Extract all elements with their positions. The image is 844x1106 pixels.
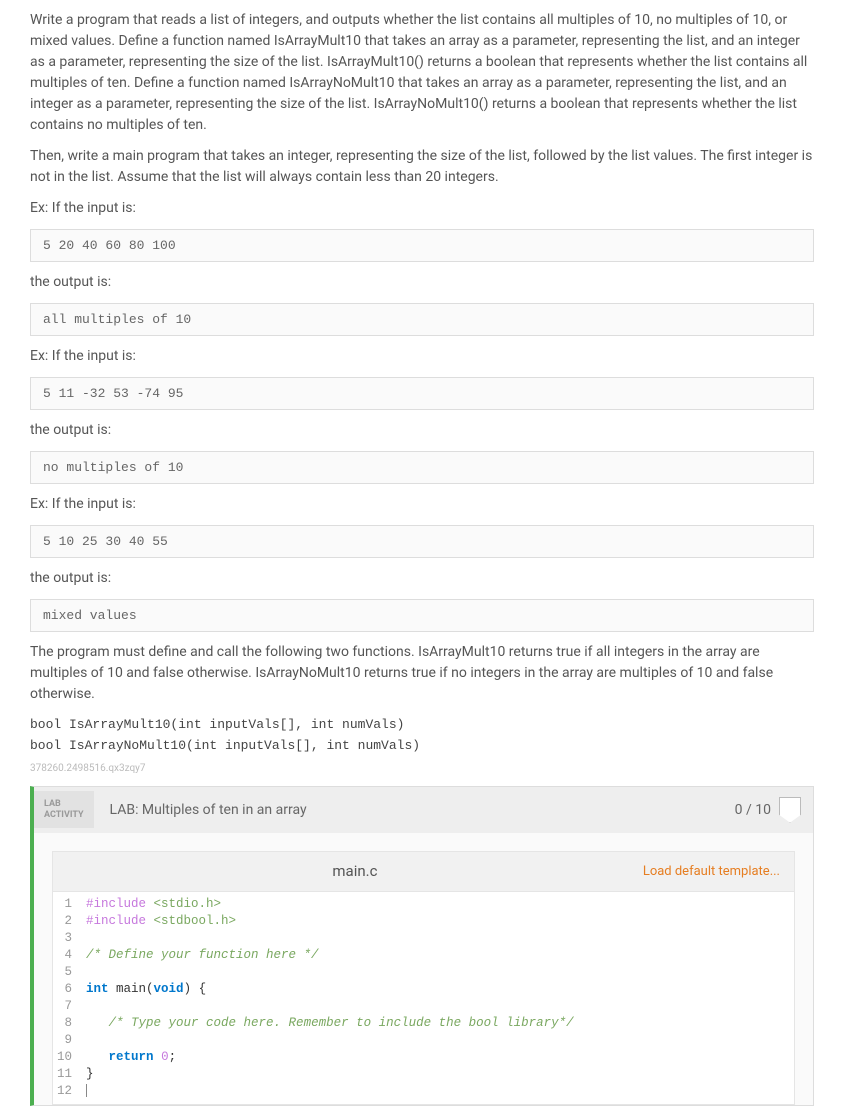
code-line[interactable]: return 0; (86, 1049, 574, 1066)
code-line[interactable]: /* Define your function here */ (86, 947, 574, 964)
problem-main-desc: Then, write a main program that takes an… (30, 146, 814, 188)
example-output-3: mixed values (30, 599, 814, 632)
example-output-1: all multiples of 10 (30, 303, 814, 336)
load-default-template-link[interactable]: Load default template... (643, 864, 780, 879)
code-line[interactable] (86, 1032, 574, 1049)
problem-intro: Write a program that reads a list of int… (30, 10, 814, 136)
code-line[interactable]: /* Type your code here. Remember to incl… (86, 1015, 574, 1032)
lab-header: LAB ACTIVITY LAB: Multiples of ten in an… (34, 787, 813, 833)
functions-desc: The program must define and call the fol… (30, 642, 814, 705)
signature-1: bool IsArrayMult10(int inputVals[], int … (30, 715, 814, 736)
code-line[interactable]: int main(void) { (86, 981, 574, 998)
code-line[interactable]: } (86, 1066, 574, 1083)
output-label-3: the output is: (30, 568, 814, 589)
example-label-1: Ex: If the input is: (30, 198, 814, 219)
example-label-3: Ex: If the input is: (30, 494, 814, 515)
lab-badge-line2: ACTIVITY (44, 810, 84, 821)
code-line[interactable] (86, 998, 574, 1015)
lab-score: 0 / 10 (735, 802, 779, 818)
code-line[interactable] (86, 930, 574, 947)
example-input-2: 5 11 -32 53 -74 95 (30, 377, 814, 410)
code-line[interactable]: #include <stdio.h> (86, 896, 574, 913)
lab-activity-card: LAB ACTIVITY LAB: Multiples of ten in an… (30, 786, 814, 1106)
code-line[interactable]: #include <stdbool.h> (86, 913, 574, 930)
code-area[interactable]: #include <stdio.h>#include <stdbool.h> /*… (80, 892, 574, 1104)
lab-badge-line1: LAB (44, 799, 84, 810)
example-input-1: 5 20 40 60 80 100 (30, 229, 814, 262)
example-input-3: 5 10 25 30 40 55 (30, 525, 814, 558)
shield-icon (779, 797, 801, 823)
signature-2: bool IsArrayNoMult10(int inputVals[], in… (30, 736, 814, 757)
lab-badge: LAB ACTIVITY (34, 791, 94, 829)
code-line[interactable] (86, 964, 574, 981)
file-name: main.c (67, 862, 643, 880)
example-output-2: no multiples of 10 (30, 451, 814, 484)
lab-title: LAB: Multiples of ten in an array (94, 802, 735, 818)
line-number-gutter: 123456789101112 (53, 892, 80, 1104)
output-label-2: the output is: (30, 420, 814, 441)
output-label-1: the output is: (30, 272, 814, 293)
code-editor[interactable]: 123456789101112 #include <stdio.h>#inclu… (52, 891, 795, 1105)
file-bar: main.c Load default template... (52, 851, 795, 891)
example-label-2: Ex: If the input is: (30, 346, 814, 367)
question-id: 378260.2498516.qx3zqy7 (30, 763, 814, 774)
code-line[interactable] (86, 1083, 574, 1100)
